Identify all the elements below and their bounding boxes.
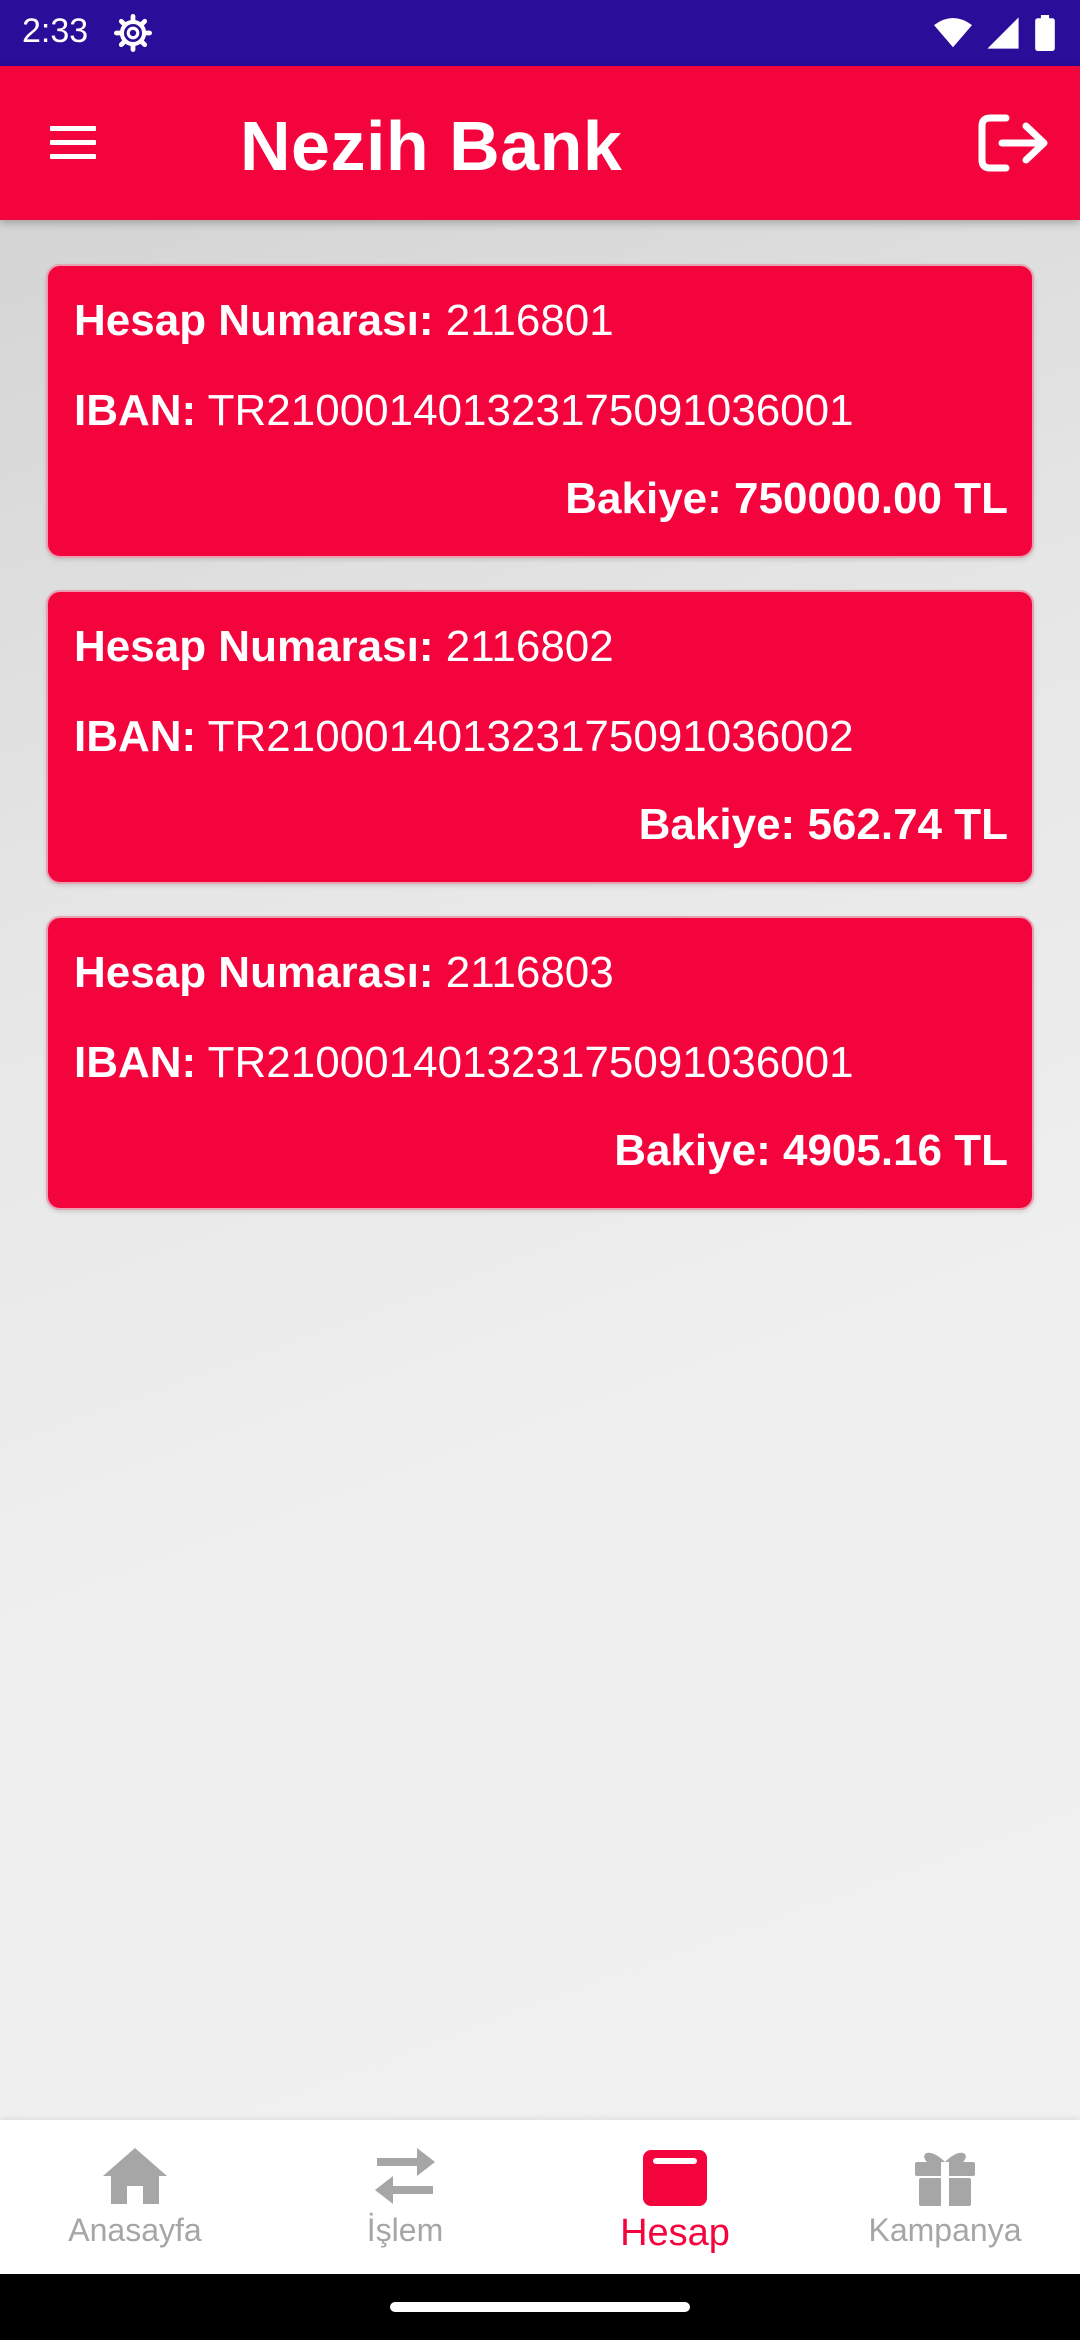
iban-value: TR210001401323175091036001 bbox=[207, 386, 854, 435]
account-number: 2116801 bbox=[445, 296, 614, 345]
wallet-icon bbox=[643, 2150, 707, 2206]
system-navigation-bar bbox=[0, 2274, 1080, 2340]
account-number-row: Hesap Numarası: 2116803 bbox=[74, 948, 614, 998]
logout-icon[interactable] bbox=[976, 110, 1054, 176]
account-number-row: Hesap Numarası: 2116802 bbox=[74, 622, 614, 672]
account-card[interactable]: Hesap Numarası: 2116803 IBAN: TR21000140… bbox=[46, 916, 1034, 1210]
account-number-label: Hesap Numarası: bbox=[74, 296, 434, 345]
app-bar: Nezih Bank bbox=[0, 66, 1080, 220]
battery-icon bbox=[1035, 15, 1055, 51]
transfer-icon bbox=[375, 2148, 435, 2204]
account-number: 2116803 bbox=[445, 948, 614, 997]
iban-row: IBAN: TR210001401323175091036001 bbox=[74, 386, 854, 436]
status-bar: 2:33 bbox=[0, 0, 1080, 66]
balance-value: 562.74 TL bbox=[807, 800, 1008, 849]
bottom-navigation: Anasayfa İşlem Hesap Kampanya bbox=[0, 2120, 1080, 2274]
nav-item-anasayfa[interactable]: Anasayfa bbox=[0, 2120, 270, 2274]
balance-row: Bakiye: 750000.00 TL bbox=[565, 474, 1008, 524]
account-list: Hesap Numarası: 2116801 IBAN: TR21000140… bbox=[46, 264, 1034, 1242]
account-card[interactable]: Hesap Numarası: 2116802 IBAN: TR21000140… bbox=[46, 590, 1034, 884]
iban-value: TR210001401323175091036001 bbox=[207, 1038, 854, 1087]
nav-item-kampanya[interactable]: Kampanya bbox=[810, 2120, 1080, 2274]
signal-icon bbox=[987, 17, 1019, 49]
gift-icon bbox=[915, 2152, 975, 2206]
balance-label: Bakiye: bbox=[614, 1126, 771, 1175]
status-time: 2:33 bbox=[22, 12, 89, 50]
balance-value: 750000.00 TL bbox=[734, 474, 1008, 523]
iban-row: IBAN: TR210001401323175091036001 bbox=[74, 1038, 854, 1088]
iban-row: IBAN: TR210001401323175091036002 bbox=[74, 712, 854, 762]
balance-row: Bakiye: 562.74 TL bbox=[639, 800, 1008, 850]
account-number-row: Hesap Numarası: 2116801 bbox=[74, 296, 614, 346]
app-title: Nezih Bank bbox=[240, 107, 623, 185]
account-number: 2116802 bbox=[445, 622, 614, 671]
iban-value: TR210001401323175091036002 bbox=[207, 712, 854, 761]
account-card[interactable]: Hesap Numarası: 2116801 IBAN: TR21000140… bbox=[46, 264, 1034, 558]
wifi-icon bbox=[934, 17, 972, 48]
nav-label: Kampanya bbox=[868, 2212, 1022, 2248]
home-gesture-pill[interactable] bbox=[390, 2302, 690, 2312]
nav-label: Hesap bbox=[620, 2212, 730, 2254]
iban-label: IBAN: bbox=[74, 1038, 197, 1087]
settings-gear-icon bbox=[114, 14, 152, 52]
menu-icon[interactable] bbox=[44, 116, 108, 170]
account-number-label: Hesap Numarası: bbox=[74, 948, 434, 997]
nav-label: Anasayfa bbox=[68, 2212, 202, 2248]
nav-item-hesap[interactable]: Hesap bbox=[540, 2120, 810, 2274]
nav-label: İşlem bbox=[366, 2212, 444, 2248]
account-number-label: Hesap Numarası: bbox=[74, 622, 434, 671]
balance-row: Bakiye: 4905.16 TL bbox=[614, 1126, 1008, 1176]
balance-value: 4905.16 TL bbox=[782, 1126, 1008, 1175]
balance-label: Bakiye: bbox=[565, 474, 722, 523]
iban-label: IBAN: bbox=[74, 712, 197, 761]
iban-label: IBAN: bbox=[74, 386, 197, 435]
balance-label: Bakiye: bbox=[638, 800, 796, 849]
nav-item-islem[interactable]: İşlem bbox=[270, 2120, 540, 2274]
home-icon bbox=[103, 2148, 167, 2204]
